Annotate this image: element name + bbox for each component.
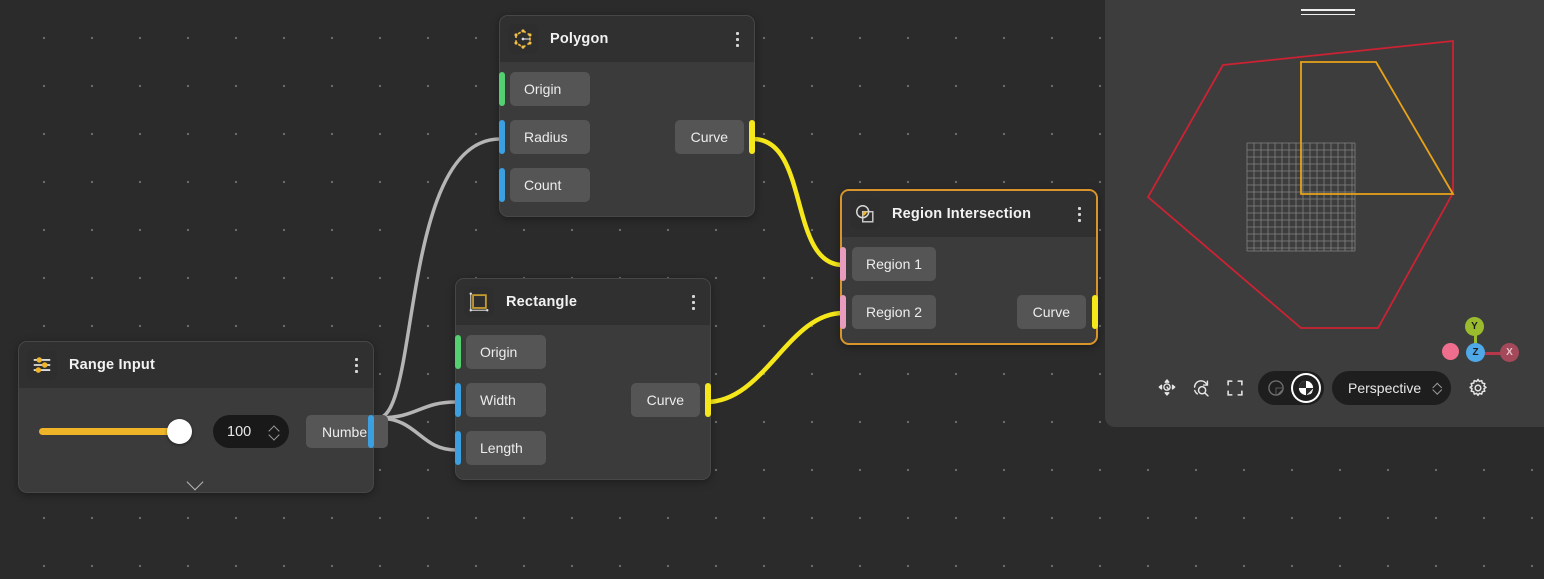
input-label-region-1[interactable]: Region 1: [852, 247, 936, 281]
node-region-row-2: Region 2 Curve: [842, 295, 1096, 329]
axis-gizmo[interactable]: Y Z X: [1435, 305, 1525, 365]
zoom-rotate-icon[interactable]: [1184, 371, 1218, 405]
node-rectangle-header[interactable]: Rectangle: [456, 279, 710, 325]
input-label-width[interactable]: Width: [466, 383, 546, 417]
node-region-intersection-menu-button[interactable]: [1068, 199, 1090, 229]
input-label-origin[interactable]: Origin: [466, 335, 546, 369]
node-polygon-row-count: Count: [500, 168, 754, 202]
port-out-curve-polygon[interactable]: [749, 120, 755, 154]
viewport-toolbar: Perspective: [1150, 371, 1495, 405]
input-label-region-2[interactable]: Region 2: [852, 295, 936, 329]
node-range-input-body: 100 Number: [19, 388, 373, 492]
node-region-intersection-header[interactable]: Region Intersection: [842, 191, 1096, 237]
viewport-handle[interactable]: [1301, 9, 1355, 16]
node-rectangle-row-origin: Origin: [456, 335, 710, 369]
node-rectangle-menu-button[interactable]: [682, 287, 704, 317]
gizmo-axis-z[interactable]: Z: [1466, 343, 1485, 362]
app-root: Polygon Origin Radius Curve Count: [0, 0, 1544, 579]
port-out-number[interactable]: [368, 415, 374, 448]
gear-icon[interactable]: [1461, 371, 1495, 405]
wireframe-sphere-icon[interactable]: [1263, 375, 1289, 401]
chevron-down-icon[interactable]: [187, 476, 205, 486]
node-range-input[interactable]: Range Input 100 Number: [18, 341, 374, 493]
region-intersection-icon: [850, 199, 880, 229]
input-label-radius[interactable]: Radius: [510, 120, 590, 154]
port-in-radius[interactable]: [499, 120, 505, 154]
gizmo-axis-x[interactable]: X: [1500, 343, 1519, 362]
port-in-width[interactable]: [455, 383, 461, 417]
polygon-icon: [508, 24, 538, 54]
viewport-3d[interactable]: Y Z X: [1105, 0, 1544, 427]
node-rectangle-row-length: Length: [456, 431, 710, 465]
solid-sphere-icon[interactable]: [1293, 375, 1319, 401]
node-rectangle-row-width: Width Curve: [456, 383, 710, 417]
frame-brackets-icon[interactable]: [1218, 371, 1252, 405]
output-label-curve-region[interactable]: Curve: [1017, 295, 1086, 329]
node-rectangle-body: Origin Width Curve Length: [456, 325, 710, 479]
port-in-origin[interactable]: [455, 335, 461, 369]
range-slider-knob[interactable]: [167, 419, 192, 444]
projection-label: Perspective: [1348, 380, 1421, 396]
node-polygon-row-origin: Origin: [500, 72, 754, 106]
node-region-intersection[interactable]: Region Intersection Region 1 Region 2 Cu…: [840, 189, 1098, 345]
node-region-intersection-body: Region 1 Region 2 Curve: [842, 237, 1096, 343]
range-value-field[interactable]: 100: [213, 415, 289, 448]
port-out-curve-rectangle[interactable]: [705, 383, 711, 417]
stepper-down-icon[interactable]: [270, 433, 279, 438]
port-in-region-2[interactable]: [840, 295, 846, 329]
input-label-length[interactable]: Length: [466, 431, 546, 465]
node-range-input-menu-button[interactable]: [345, 350, 367, 380]
port-in-count[interactable]: [499, 168, 505, 202]
range-stepper: [270, 426, 289, 438]
gizmo-axis-neg-x[interactable]: [1442, 343, 1459, 360]
gizmo-axis-y[interactable]: Y: [1465, 317, 1484, 336]
node-range-input-header[interactable]: Range Input: [19, 342, 373, 388]
node-polygon-body: Origin Radius Curve Count: [500, 62, 754, 216]
node-rectangle[interactable]: Rectangle Origin Width Curve Length: [455, 278, 711, 480]
node-rectangle-title: Rectangle: [506, 294, 682, 310]
node-polygon-header[interactable]: Polygon: [500, 16, 754, 62]
output-label-curve-rectangle[interactable]: Curve: [631, 383, 700, 417]
rectangle-icon: [464, 287, 494, 317]
output-label-curve-polygon[interactable]: Curve: [675, 120, 744, 154]
input-label-count[interactable]: Count: [510, 168, 590, 202]
node-polygon[interactable]: Polygon Origin Radius Curve Count: [499, 15, 755, 217]
node-polygon-menu-button[interactable]: [726, 24, 748, 54]
output-label-number[interactable]: Number: [306, 415, 388, 448]
input-label-origin[interactable]: Origin: [510, 72, 590, 106]
port-in-region-1[interactable]: [840, 247, 846, 281]
projection-select[interactable]: Perspective: [1332, 371, 1451, 405]
node-range-input-title: Range Input: [69, 357, 345, 373]
port-out-curve-region[interactable]: [1092, 295, 1098, 329]
node-region-row-1: Region 1: [842, 247, 1096, 281]
shading-mode-group: [1258, 371, 1324, 405]
sliders-icon: [27, 350, 57, 380]
port-in-origin[interactable]: [499, 72, 505, 106]
range-value-text: 100: [213, 424, 270, 440]
orbit-icon[interactable]: [1150, 371, 1184, 405]
port-in-length[interactable]: [455, 431, 461, 465]
chevron-updown-icon: [1433, 383, 1441, 393]
node-polygon-title: Polygon: [550, 31, 726, 47]
node-region-intersection-title: Region Intersection: [892, 206, 1068, 222]
node-polygon-row-radius: Radius Curve: [500, 120, 754, 154]
